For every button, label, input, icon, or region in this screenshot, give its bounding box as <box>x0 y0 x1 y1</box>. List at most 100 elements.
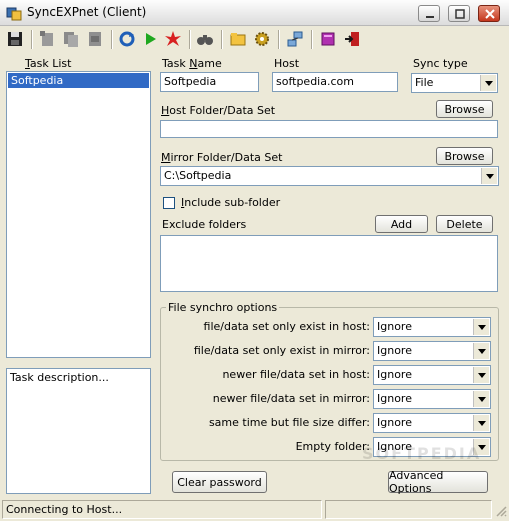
minimize-button[interactable] <box>418 5 440 22</box>
toolbar-separator <box>278 30 280 49</box>
dropdown-arrow-button[interactable] <box>473 391 489 407</box>
save-button[interactable] <box>4 28 26 50</box>
chevron-down-icon <box>477 372 486 378</box>
option-label-empty-folder: Empty folder: <box>295 440 370 453</box>
toolbar <box>0 27 509 53</box>
toolbar-separator <box>311 30 313 49</box>
exit-door-icon <box>345 32 359 46</box>
exclude-folders-list[interactable] <box>160 235 498 292</box>
option-value: Ignore <box>377 416 412 429</box>
find-button[interactable] <box>194 28 216 50</box>
advanced-options-button[interactable]: Advanced Options <box>388 469 488 495</box>
toolbar-separator <box>111 30 113 49</box>
option-select-newer-in-mirror[interactable]: Ignore <box>373 389 491 409</box>
toolbar-separator <box>189 30 191 49</box>
status-text: Connecting to Host... <box>6 503 123 516</box>
watermark: SOFTPEDIA <box>362 444 482 463</box>
binoculars-icon <box>197 35 213 45</box>
help-button[interactable] <box>317 28 339 50</box>
host-input[interactable]: softpedia.com <box>272 72 398 92</box>
task-description-box[interactable]: Task description... <box>6 368 151 494</box>
toolbar-separator <box>221 30 223 49</box>
task-list[interactable]: Softpedia <box>6 71 151 358</box>
status-panel-secondary <box>325 500 492 519</box>
book-icon <box>321 32 335 46</box>
host-folder-browse-button[interactable]: Browse <box>436 100 493 118</box>
resize-grip-icon <box>496 506 507 517</box>
synchronize-button[interactable] <box>116 28 138 50</box>
toolbar-separator <box>31 30 33 49</box>
title-bar: SyncEXPnet (Client) <box>0 0 509 26</box>
minimize-icon <box>426 16 434 18</box>
include-subfolder-checkbox[interactable] <box>163 197 175 209</box>
copy-task-button[interactable] <box>60 28 82 50</box>
dropdown-arrow-button[interactable] <box>481 168 497 184</box>
open-folder-button[interactable] <box>227 28 249 50</box>
task-description-text: Task description... <box>10 371 109 384</box>
task-list-item[interactable]: Softpedia <box>8 73 149 88</box>
maximize-icon <box>455 9 465 19</box>
file-synchro-options-title: File synchro options <box>166 301 280 314</box>
network-computer-icon <box>287 31 303 47</box>
add-exclude-folder-button[interactable]: Add <box>375 215 428 233</box>
mirror-folder-select[interactable]: C:\Softpedia <box>160 166 499 186</box>
option-label-newer-in-host: newer file/data set in host: <box>222 368 370 381</box>
mirror-folder-value: C:\Softpedia <box>164 169 232 182</box>
sync-type-select[interactable]: File <box>411 73 498 93</box>
option-label-only-in-mirror: file/data set only exist in mirror: <box>193 344 370 357</box>
chevron-down-icon <box>477 420 486 426</box>
option-select-only-in-mirror[interactable]: Ignore <box>373 341 491 361</box>
mirror-folder-label: Mirror Folder/Data Set <box>161 151 283 164</box>
host-folder-label: Host Folder/Data Set <box>161 104 276 117</box>
dropdown-arrow-button[interactable] <box>473 343 489 359</box>
option-value: Ignore <box>377 320 412 333</box>
chevron-down-icon <box>484 80 493 86</box>
option-value: Ignore <box>377 392 412 405</box>
host-folder-input[interactable] <box>160 120 498 138</box>
task-name-label: Task Name <box>162 57 222 70</box>
dropdown-arrow-button[interactable] <box>473 415 489 431</box>
gear-icon <box>255 32 269 46</box>
dropdown-arrow-button[interactable] <box>473 319 489 335</box>
maximize-button[interactable] <box>448 5 470 22</box>
settings-button[interactable] <box>251 28 273 50</box>
chevron-down-icon <box>477 396 486 402</box>
option-value: Ignore <box>377 344 412 357</box>
sync-type-value: File <box>415 76 434 89</box>
dropdown-arrow-button[interactable] <box>473 367 489 383</box>
resize-grip[interactable] <box>494 504 507 518</box>
close-icon <box>485 9 495 19</box>
network-button[interactable] <box>284 28 306 50</box>
delete-exclude-folder-button[interactable]: Delete <box>436 215 493 233</box>
exclude-folders-label: Exclude folders <box>162 218 247 231</box>
chevron-down-icon <box>485 173 494 179</box>
run-button[interactable] <box>139 28 161 50</box>
option-select-newer-in-host[interactable]: Ignore <box>373 365 491 385</box>
option-label-only-in-host: file/data set only exist in host: <box>203 320 370 333</box>
stop-button[interactable] <box>162 28 184 50</box>
mirror-folder-browse-button[interactable]: Browse <box>436 147 493 165</box>
task-list-label: Task List <box>25 57 72 70</box>
chevron-down-icon <box>477 348 486 354</box>
folder-icon <box>230 33 246 46</box>
task-name-input[interactable]: Softpedia <box>160 72 259 92</box>
dropdown-arrow-button[interactable] <box>480 75 496 91</box>
option-select-only-in-host[interactable]: Ignore <box>373 317 491 337</box>
new-task-button[interactable] <box>36 28 58 50</box>
delete-page-icon <box>89 32 101 46</box>
host-label: Host <box>274 57 300 70</box>
exit-button[interactable] <box>341 28 363 50</box>
sync-type-label: Sync type <box>413 57 468 70</box>
close-button[interactable] <box>478 5 500 22</box>
option-label-size-differ: same time but file size differ: <box>208 416 370 429</box>
burst-icon <box>165 31 181 46</box>
sync-arrows-icon <box>119 31 135 47</box>
option-value: Ignore <box>377 368 412 381</box>
app-icon <box>6 5 22 21</box>
chevron-down-icon <box>477 324 486 330</box>
option-select-size-differ[interactable]: Ignore <box>373 413 491 433</box>
floppy-disk-icon <box>8 32 22 46</box>
new-page-icon <box>40 31 53 46</box>
clear-password-button[interactable]: Clear password <box>172 471 267 493</box>
delete-task-button[interactable] <box>84 28 106 50</box>
